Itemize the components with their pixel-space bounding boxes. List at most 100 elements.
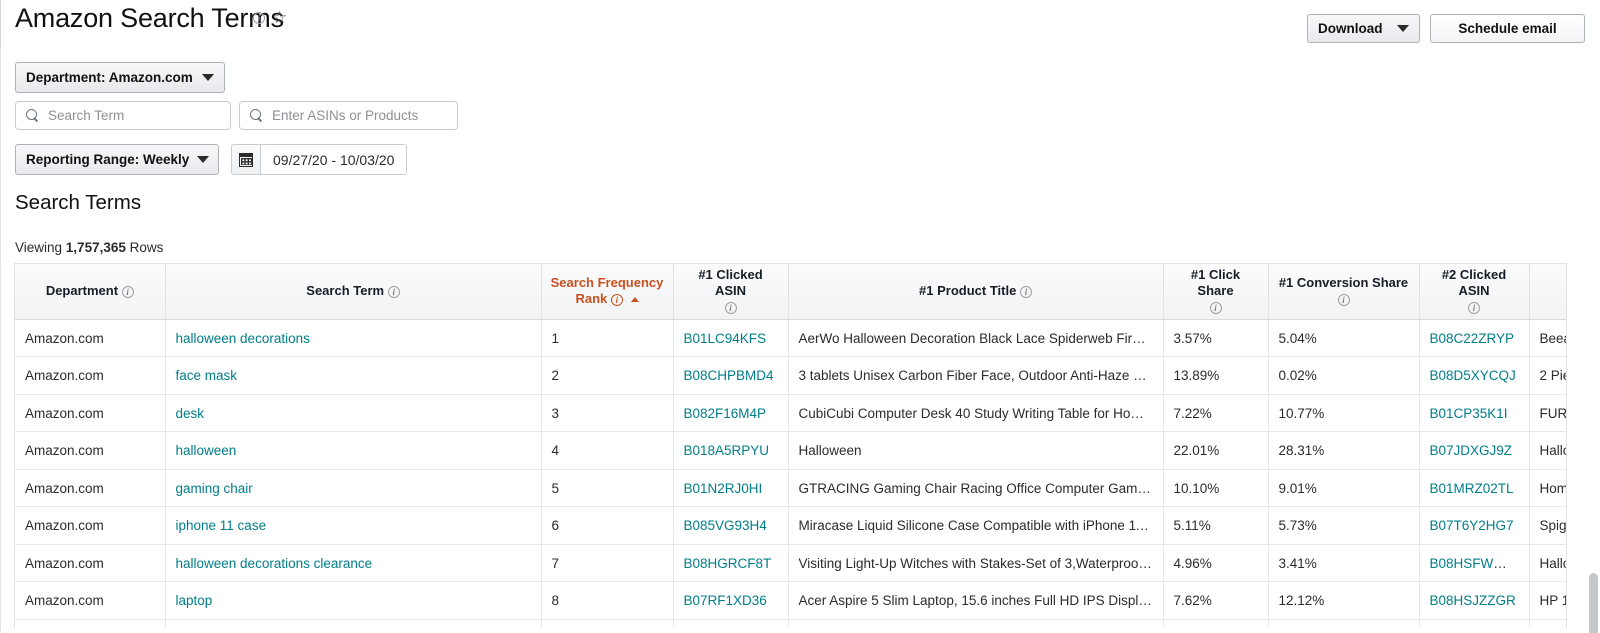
cell-second-clicked-asin[interactable]: B07JDXGJ9Z xyxy=(1419,431,1530,470)
cell-second-clicked-asin-link[interactable]: B08HSFWW44 xyxy=(1430,556,1522,571)
cell-first-clicked-asin[interactable]: B07RF1XD36 xyxy=(673,581,789,620)
star-icon[interactable]: ☆ xyxy=(272,9,287,26)
cell-second-clicked-asin-link[interactable]: B01CP35K1I xyxy=(1430,406,1508,421)
calendar-button[interactable] xyxy=(231,144,260,175)
viewing-count: 1,757,365 xyxy=(65,240,126,255)
search-term-input[interactable]: Search Term xyxy=(15,101,231,130)
chevron-down-icon xyxy=(202,74,214,81)
download-button[interactable]: Download xyxy=(1307,14,1420,43)
vertical-scrollbar-track[interactable] xyxy=(1587,263,1600,633)
search-terms-table-container[interactable]: Department Search Term Search Frequency … xyxy=(14,263,1567,633)
column-header-second-product-title[interactable] xyxy=(1529,264,1566,320)
cell-search-frequency-rank: 5 xyxy=(541,469,674,508)
cell-search-term-link[interactable]: desk xyxy=(176,406,205,421)
department-filter-dropdown[interactable]: Department: Amazon.com xyxy=(15,62,225,93)
cell-search-term[interactable]: desk xyxy=(165,394,542,433)
cell-second-clicked-asin[interactable]: B08HSFWW44 xyxy=(1419,544,1530,583)
horizontal-scrollbar-track[interactable] xyxy=(14,628,1567,633)
cell-search-frequency-rank: 2 xyxy=(541,356,674,395)
date-range-value[interactable]: 09/27/20 - 10/03/20 xyxy=(260,144,408,175)
column-header-first-clicked-asin[interactable]: #1 Clicked ASIN xyxy=(673,264,789,320)
cell-second-clicked-asin[interactable]: B08D5XYCQJ xyxy=(1419,356,1530,395)
cell-search-term[interactable]: gaming chair xyxy=(165,469,542,508)
cell-first-clicked-asin-link[interactable]: B08HGRCF8T xyxy=(684,556,772,571)
table-row[interactable]: Amazon.com halloween decorations clearanc… xyxy=(15,544,1566,583)
cell-first-clicked-asin-link[interactable]: B07RF1XD36 xyxy=(684,593,767,608)
cell-first-clicked-asin-link[interactable]: B082F16M4P xyxy=(684,406,767,421)
cell-search-term[interactable]: halloween decorations clearance xyxy=(165,544,542,583)
title-info-icon[interactable] xyxy=(253,12,265,24)
cell-search-term-link[interactable]: iphone 11 case xyxy=(176,518,267,533)
cell-search-term[interactable]: halloween decorations xyxy=(165,319,542,358)
cell-second-clicked-asin-link[interactable]: B07JDXGJ9Z xyxy=(1430,443,1513,458)
cell-first-clicked-asin[interactable]: B08HGRCF8T xyxy=(673,544,789,583)
cell-second-clicked-asin[interactable]: B07T6Y2HG7 xyxy=(1419,506,1530,545)
column-header-search-term[interactable]: Search Term xyxy=(165,264,542,320)
cell-department: Amazon.com xyxy=(15,581,166,620)
cell-first-clicked-asin-link[interactable]: B08CHPBMD4 xyxy=(684,368,774,383)
info-icon[interactable] xyxy=(1209,302,1222,315)
column-header-department[interactable]: Department xyxy=(15,264,166,320)
cell-first-conversion-share: 0.02% xyxy=(1268,356,1420,395)
info-icon[interactable] xyxy=(1337,293,1350,306)
cell-second-clicked-asin-link[interactable]: B08C22ZRYP xyxy=(1430,331,1515,346)
info-icon[interactable] xyxy=(121,285,134,298)
cell-search-term[interactable]: laptop xyxy=(165,581,542,620)
reporting-range-dropdown[interactable]: Reporting Range: Weekly xyxy=(15,144,219,175)
column-header-first-click-share[interactable]: #1 Click Share xyxy=(1163,264,1269,320)
table-row[interactable]: Amazon.com halloween 4 B018A5RPYU Halloween 2… xyxy=(15,431,1566,470)
asin-products-input[interactable]: Enter ASINs or Products xyxy=(239,101,458,130)
info-icon[interactable] xyxy=(1468,302,1480,315)
date-range-picker[interactable]: 09/27/20 - 10/03/20 xyxy=(231,144,408,175)
table-row[interactable]: Amazon.com gaming chair 5 B01N2RJ0HI GTRACIN… xyxy=(15,469,1566,508)
cell-second-clicked-asin-link[interactable]: B08D5XYCQJ xyxy=(1430,368,1516,383)
cell-search-term[interactable]: halloween xyxy=(165,431,542,470)
cell-first-clicked-asin-link[interactable]: B018A5RPYU xyxy=(684,443,770,458)
cell-second-clicked-asin-link[interactable]: B07T6Y2HG7 xyxy=(1430,518,1514,533)
cell-search-term-link[interactable]: laptop xyxy=(176,593,213,608)
cell-first-clicked-asin-link[interactable]: B01LC94KFS xyxy=(684,331,767,346)
table-row[interactable]: Amazon.com laptop 8 B07RF1XD36 Acer Aspire 5… xyxy=(15,581,1566,620)
cell-department: Amazon.com xyxy=(15,506,166,545)
cell-first-clicked-asin[interactable]: B08CHPBMD4 xyxy=(673,356,789,395)
cell-second-clicked-asin[interactable]: B08C22ZRYP xyxy=(1419,319,1530,358)
chevron-down-icon xyxy=(1397,25,1409,32)
info-icon[interactable] xyxy=(610,293,623,306)
cell-search-term-link[interactable]: gaming chair xyxy=(176,481,253,496)
cell-first-clicked-asin[interactable]: B085VG93H4 xyxy=(673,506,789,545)
cell-search-term-link[interactable]: face mask xyxy=(176,368,238,383)
table-row[interactable]: Amazon.com iphone 11 case 6 B085VG93H4 Mirac… xyxy=(15,506,1566,545)
column-header-first-product-title[interactable]: #1 Product Title xyxy=(788,264,1164,320)
cell-first-click-share: 22.01% xyxy=(1163,431,1269,470)
column-header-first-conversion-share[interactable]: #1 Conversion Share xyxy=(1268,264,1420,320)
table-row[interactable]: Amazon.com halloween decorations 1 B01LC94K… xyxy=(15,319,1566,358)
cell-search-term-link[interactable]: halloween xyxy=(176,443,237,458)
table-row[interactable]: Amazon.com desk 3 B082F16M4P CubiCubi Comput… xyxy=(15,394,1566,433)
schedule-email-button[interactable]: Schedule email xyxy=(1430,14,1585,43)
cell-second-clicked-asin[interactable]: B01MRZ02TL xyxy=(1419,469,1530,508)
cell-search-term[interactable]: iphone 11 case xyxy=(165,506,542,545)
cell-second-clicked-asin[interactable]: B01CP35K1I xyxy=(1419,394,1530,433)
cell-first-clicked-asin[interactable]: B01LC94KFS xyxy=(673,319,789,358)
cell-first-clicked-asin-link[interactable]: B01N2RJ0HI xyxy=(684,481,763,496)
cell-first-clicked-asin-link[interactable]: B085VG93H4 xyxy=(684,518,767,533)
cell-search-term-link[interactable]: halloween decorations clearance xyxy=(176,556,373,571)
column-header-second-clicked-asin[interactable]: #2 Clicked ASIN xyxy=(1419,264,1530,320)
column-header-search-frequency-rank[interactable]: Search Frequency Rank xyxy=(541,264,674,320)
info-icon[interactable] xyxy=(387,285,400,298)
cell-second-product-title: Homa xyxy=(1529,469,1566,508)
cell-first-clicked-asin[interactable]: B018A5RPYU xyxy=(673,431,789,470)
cell-second-clicked-asin[interactable]: B08HSJZZGR xyxy=(1419,581,1530,620)
info-icon[interactable] xyxy=(724,302,737,315)
asin-products-placeholder: Enter ASINs or Products xyxy=(272,108,419,123)
cell-second-clicked-asin-link[interactable]: B01MRZ02TL xyxy=(1430,481,1514,496)
info-icon[interactable] xyxy=(1019,285,1032,298)
cell-search-term[interactable]: face mask xyxy=(165,356,542,395)
chevron-down-icon xyxy=(197,156,210,163)
cell-first-clicked-asin[interactable]: B082F16M4P xyxy=(673,394,789,433)
table-row[interactable]: Amazon.com face mask 2 B08CHPBMD4 3 tablets … xyxy=(15,356,1566,395)
vertical-scrollbar-thumb[interactable] xyxy=(1589,573,1598,633)
cell-first-clicked-asin[interactable]: B01N2RJ0HI xyxy=(673,469,789,508)
cell-second-clicked-asin-link[interactable]: B08HSJZZGR xyxy=(1430,593,1516,608)
cell-search-term-link[interactable]: halloween decorations xyxy=(176,331,310,346)
